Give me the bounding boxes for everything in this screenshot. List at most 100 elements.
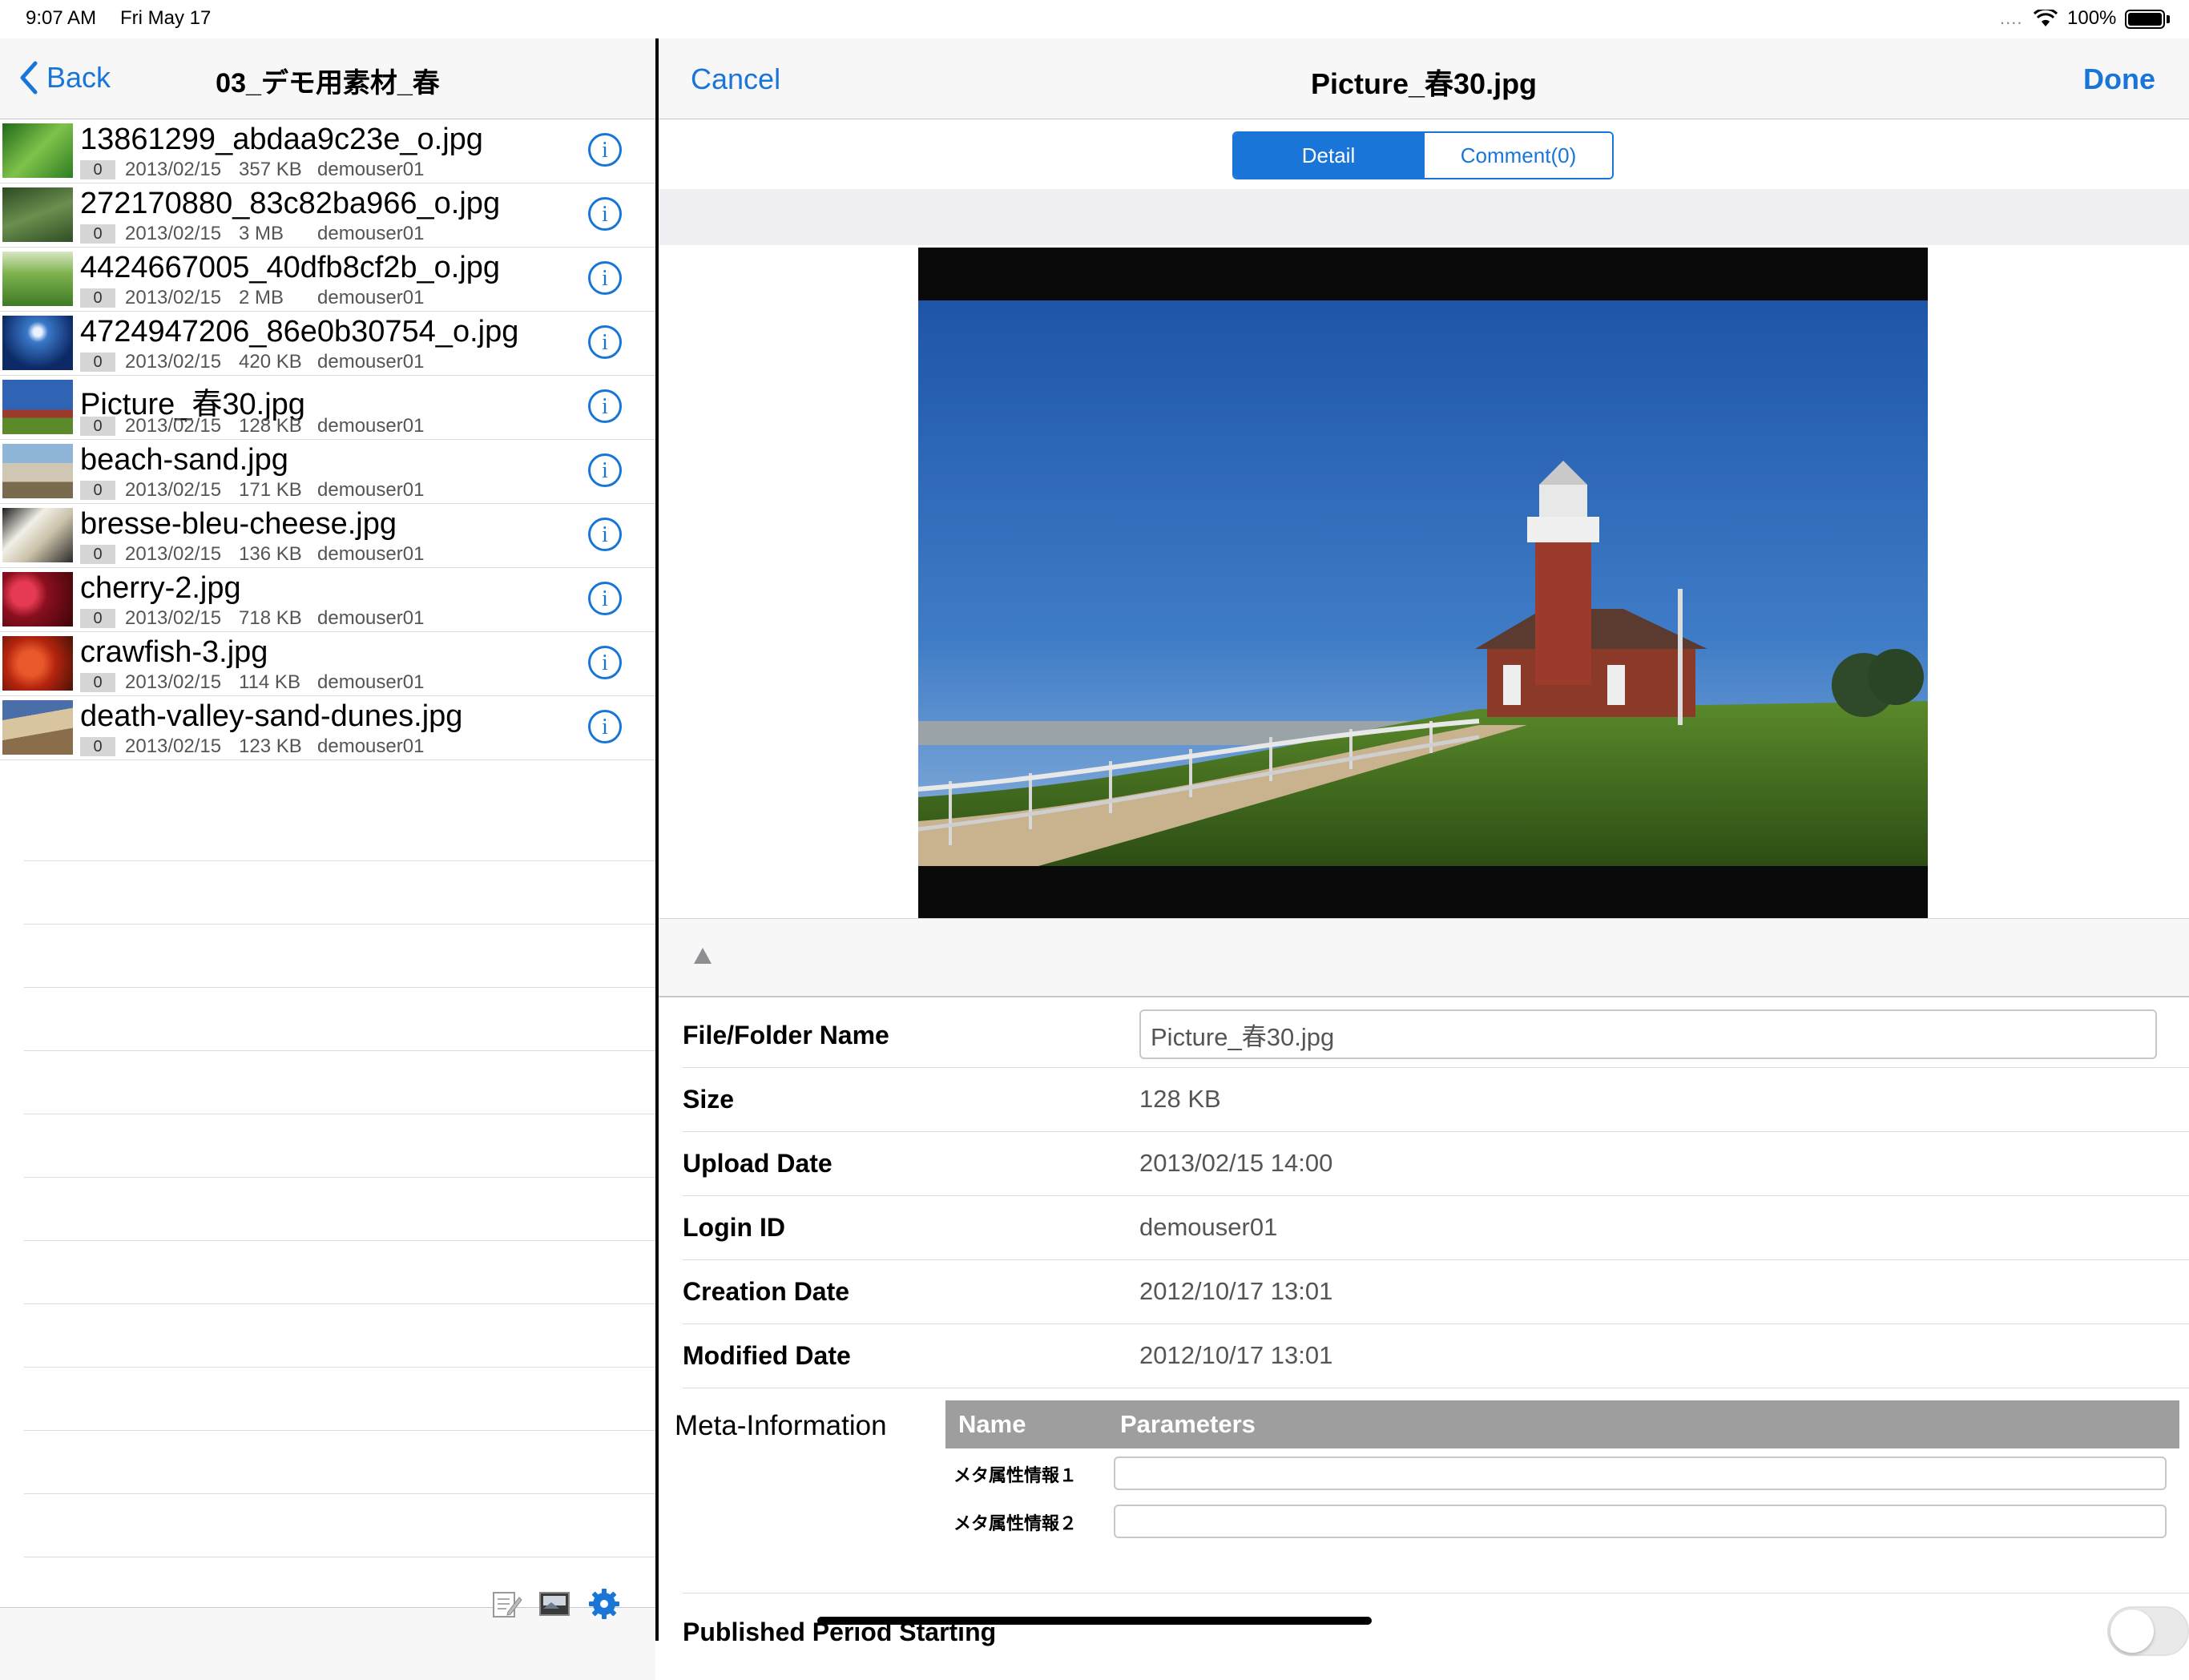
signal-dots-icon: .... (2000, 8, 2023, 28)
file-date: 2013/02/15 (125, 222, 222, 244)
file-row[interactable]: 13861299_abdaa9c23e_o.jpg 0 2013/02/15 357 … (0, 119, 655, 183)
settings-gear-icon[interactable] (588, 1588, 620, 1620)
detail-panel: Cancel Picture_春30.jpg Done Detail Comme… (659, 38, 2189, 1656)
empty-row-line (24, 1051, 655, 1114)
tab-comment[interactable]: Comment(0) (1423, 133, 1612, 178)
empty-row-line (24, 988, 655, 1051)
file-date: 2013/02/15 (125, 350, 222, 373)
meta-table-header: Name Parameters (945, 1400, 2179, 1448)
file-name: cherry-2.jpg (80, 571, 241, 605)
info-icon[interactable]: i (588, 197, 622, 231)
file-thumbnail (2, 380, 73, 434)
file-user: demouser01 (317, 158, 425, 180)
meta-row: メタ属性情報２ (945, 1497, 2179, 1545)
file-row[interactable]: death-valley-sand-dunes.jpg 0 2013/02/15 12… (0, 696, 655, 760)
size-value: 128 KB (1139, 1085, 1221, 1113)
comment-count-badge: 0 (80, 288, 115, 308)
lighthouse-photo (918, 300, 1928, 866)
login-id-label: Login ID (683, 1213, 785, 1242)
file-row[interactable]: 4724947206_86e0b30754_o.jpg 0 2013/02/15 42… (0, 312, 655, 376)
info-icon[interactable]: i (588, 261, 622, 295)
file-name: 4724947206_86e0b30754_o.jpg (80, 315, 519, 348)
file-thumbnail (2, 252, 73, 306)
info-icon[interactable]: i (588, 453, 622, 487)
edit-icon[interactable] (490, 1588, 522, 1620)
file-thumbnail (2, 700, 73, 755)
battery-fill (2128, 13, 2162, 26)
file-row[interactable]: cherry-2.jpg 0 2013/02/15 718 KB demouser01 i (0, 568, 655, 632)
info-icon[interactable]: i (588, 710, 622, 743)
comment-count-badge: 0 (80, 672, 115, 692)
upload-date-value: 2013/02/15 14:00 (1139, 1149, 1333, 1177)
row-modified-date: Modified Date 2012/10/17 13:01 (683, 1323, 2189, 1388)
empty-row-line (24, 1304, 655, 1368)
row-creation-date: Creation Date 2012/10/17 13:01 (683, 1259, 2189, 1324)
file-row[interactable]: beach-sand.jpg 0 2013/02/15 171 KB demouser0… (0, 440, 655, 504)
file-name: 272170880_83c82ba966_o.jpg (80, 187, 501, 220)
meta-row: メタ属性情報１ (945, 1448, 2179, 1497)
image-preview[interactable] (918, 248, 1928, 919)
file-thumbnail (2, 187, 73, 242)
row-size: Size 128 KB (683, 1067, 2189, 1132)
file-name: beach-sand.jpg (80, 443, 288, 477)
battery-percent: 100% (2067, 7, 2117, 29)
file-name-input[interactable] (1139, 1009, 2157, 1059)
info-icon[interactable]: i (588, 646, 622, 679)
info-icon[interactable]: i (588, 518, 622, 551)
battery-icon (2125, 10, 2165, 29)
file-user: demouser01 (317, 414, 425, 437)
file-user: demouser01 (317, 222, 425, 244)
info-icon[interactable]: i (588, 133, 622, 167)
empty-row-line (24, 1178, 655, 1241)
file-user: demouser01 (317, 606, 425, 629)
comment-count-badge: 0 (80, 224, 115, 244)
comment-count-badge: 0 (80, 480, 115, 500)
file-size: 114 KB (239, 671, 300, 693)
file-row[interactable]: 272170880_83c82ba966_o.jpg 0 2013/02/15 3 M… (0, 183, 655, 248)
empty-row-line (24, 1494, 655, 1557)
login-id-value: demouser01 (1139, 1213, 1278, 1241)
file-meta: 0 2013/02/15 357 KB demouser01 (80, 158, 425, 180)
info-icon[interactable]: i (588, 325, 622, 359)
file-row[interactable]: 4424667005_40dfb8cf2b_o.jpg 0 2013/02/15 2 … (0, 248, 655, 312)
meta-parameter-input[interactable] (1114, 1456, 2167, 1490)
toggle-knob (2110, 1609, 2154, 1653)
done-button[interactable]: Done (2083, 62, 2155, 96)
file-row[interactable]: Picture_春30.jpg 0 2013/02/15 128 KB demouser… (0, 376, 655, 440)
empty-row-line (24, 1114, 655, 1178)
meta-col-name: Name (958, 1410, 1026, 1438)
file-date: 2013/02/15 (125, 478, 222, 501)
home-indicator[interactable] (817, 1617, 1372, 1625)
row-login-id: Login ID demouser01 (683, 1195, 2189, 1260)
info-icon[interactable]: i (588, 582, 622, 615)
row-upload-date: Upload Date 2013/02/15 14:00 (683, 1131, 2189, 1196)
file-row[interactable]: crawfish-3.jpg 0 2013/02/15 114 KB demouser0… (0, 632, 655, 696)
collapse-triangle-icon[interactable] (694, 948, 712, 964)
file-thumbnail (2, 508, 73, 562)
file-meta: 0 2013/02/15 123 KB demouser01 (80, 735, 424, 757)
tab-detail[interactable]: Detail (1234, 133, 1423, 178)
battery-tip (2167, 15, 2170, 23)
file-meta: 0 2013/02/15 718 KB demouser01 (80, 606, 425, 629)
file-name: 4424667005_40dfb8cf2b_o.jpg (80, 251, 501, 284)
file-user: demouser01 (317, 478, 425, 501)
published-period-toggle[interactable] (2107, 1606, 2189, 1656)
image-icon[interactable] (538, 1588, 570, 1620)
file-name-label: File/Folder Name (683, 1021, 889, 1049)
info-icon[interactable]: i (588, 389, 622, 423)
file-size: 357 KB (239, 158, 302, 180)
row-file-name: File/Folder Name (683, 1003, 2189, 1068)
file-date: 2013/02/15 (125, 735, 222, 757)
file-name: crawfish-3.jpg (80, 635, 268, 669)
meta-parameter-input[interactable] (1114, 1505, 2167, 1538)
size-label: Size (683, 1085, 735, 1114)
file-meta: 0 2013/02/15 136 KB demouser01 (80, 542, 424, 565)
file-date: 2013/02/15 (125, 414, 222, 437)
empty-row-line (24, 798, 655, 861)
file-date: 2013/02/15 (125, 158, 222, 180)
file-meta: 0 2013/02/15 420 KB demouser01 (80, 350, 424, 373)
left-navigation-bar: Back 03_デモ用素材_春 (0, 38, 655, 119)
comment-count-badge: 0 (80, 416, 115, 436)
file-row[interactable]: bresse-bleu-cheese.jpg 0 2013/02/15 136 KB d… (0, 504, 655, 568)
file-size: 420 KB (239, 350, 302, 373)
